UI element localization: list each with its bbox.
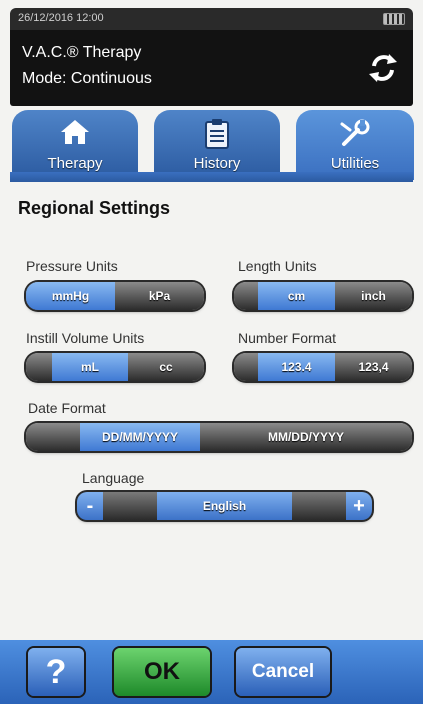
instill-volume-units-label: Instill Volume Units bbox=[26, 330, 145, 346]
instill-volume-units-toggle[interactable]: mL cc bbox=[26, 353, 204, 381]
language-decrease-button[interactable]: - bbox=[77, 492, 103, 520]
pressure-units-toggle[interactable]: mmHg kPa bbox=[26, 282, 204, 310]
tab-therapy[interactable]: Therapy bbox=[12, 110, 138, 180]
length-units-label: Length Units bbox=[238, 258, 317, 274]
language-label: Language bbox=[82, 470, 145, 486]
language-track bbox=[103, 492, 157, 520]
therapy-header: V.A.C.® Therapy Mode: Continuous bbox=[10, 30, 413, 106]
battery-icon bbox=[383, 13, 405, 25]
tab-utilities[interactable]: Utilities bbox=[296, 110, 414, 180]
instill-volume-option-ml[interactable]: mL bbox=[52, 353, 128, 381]
toggle-spacer bbox=[26, 353, 52, 381]
ok-button[interactable]: OK bbox=[114, 648, 210, 696]
cancel-button[interactable]: Cancel bbox=[236, 648, 330, 696]
toggle-spacer bbox=[26, 423, 80, 451]
pressure-units-option-mmhg[interactable]: mmHg bbox=[26, 282, 115, 310]
tab-label: Therapy bbox=[47, 155, 103, 172]
language-selector[interactable]: - English + bbox=[77, 492, 372, 520]
home-icon bbox=[61, 120, 89, 144]
date-format-option-ddmmyyyy[interactable]: DD/MM/YYYY bbox=[80, 423, 200, 451]
number-format-option-dot[interactable]: 123.4 bbox=[258, 353, 335, 381]
date-format-label: Date Format bbox=[28, 400, 106, 416]
number-format-toggle[interactable]: 123.4 123,4 bbox=[234, 353, 412, 381]
number-format-label: Number Format bbox=[238, 330, 337, 346]
sync-icon[interactable] bbox=[367, 52, 399, 84]
number-format-option-comma[interactable]: 123,4 bbox=[335, 353, 412, 381]
length-units-option-inch[interactable]: inch bbox=[335, 282, 412, 310]
length-units-toggle[interactable]: cm inch bbox=[234, 282, 412, 310]
language-value: English bbox=[157, 492, 292, 520]
status-bar: 26/12/2016 12:00 bbox=[10, 8, 413, 30]
date-format-option-mmddyyyy[interactable]: MM/DD/YYYY bbox=[200, 423, 412, 451]
date-time: 26/12/2016 12:00 bbox=[18, 12, 104, 24]
wrench-icon bbox=[340, 119, 370, 146]
tab-label: History bbox=[193, 155, 241, 172]
clipboard-icon bbox=[205, 119, 229, 149]
tab-bar: Therapy History Utilities bbox=[0, 110, 423, 180]
date-format-toggle[interactable]: DD/MM/YYYY MM/DD/YYYY bbox=[26, 423, 412, 451]
length-units-option-cm[interactable]: cm bbox=[258, 282, 335, 310]
pressure-units-label: Pressure Units bbox=[26, 258, 118, 274]
toggle-spacer bbox=[234, 282, 258, 310]
help-button[interactable]: ? bbox=[28, 648, 84, 696]
therapy-mode: Mode: Continuous bbox=[22, 70, 152, 87]
language-track bbox=[292, 492, 346, 520]
tab-history[interactable]: History bbox=[154, 110, 280, 180]
page-title: Regional Settings bbox=[18, 198, 171, 218]
therapy-title: V.A.C.® Therapy bbox=[22, 44, 142, 61]
pressure-units-option-kpa[interactable]: kPa bbox=[115, 282, 204, 310]
tab-label: Utilities bbox=[330, 155, 380, 172]
tab-underline bbox=[10, 172, 413, 182]
instill-volume-option-cc[interactable]: cc bbox=[128, 353, 204, 381]
language-increase-button[interactable]: + bbox=[346, 492, 372, 520]
toggle-spacer bbox=[234, 353, 258, 381]
